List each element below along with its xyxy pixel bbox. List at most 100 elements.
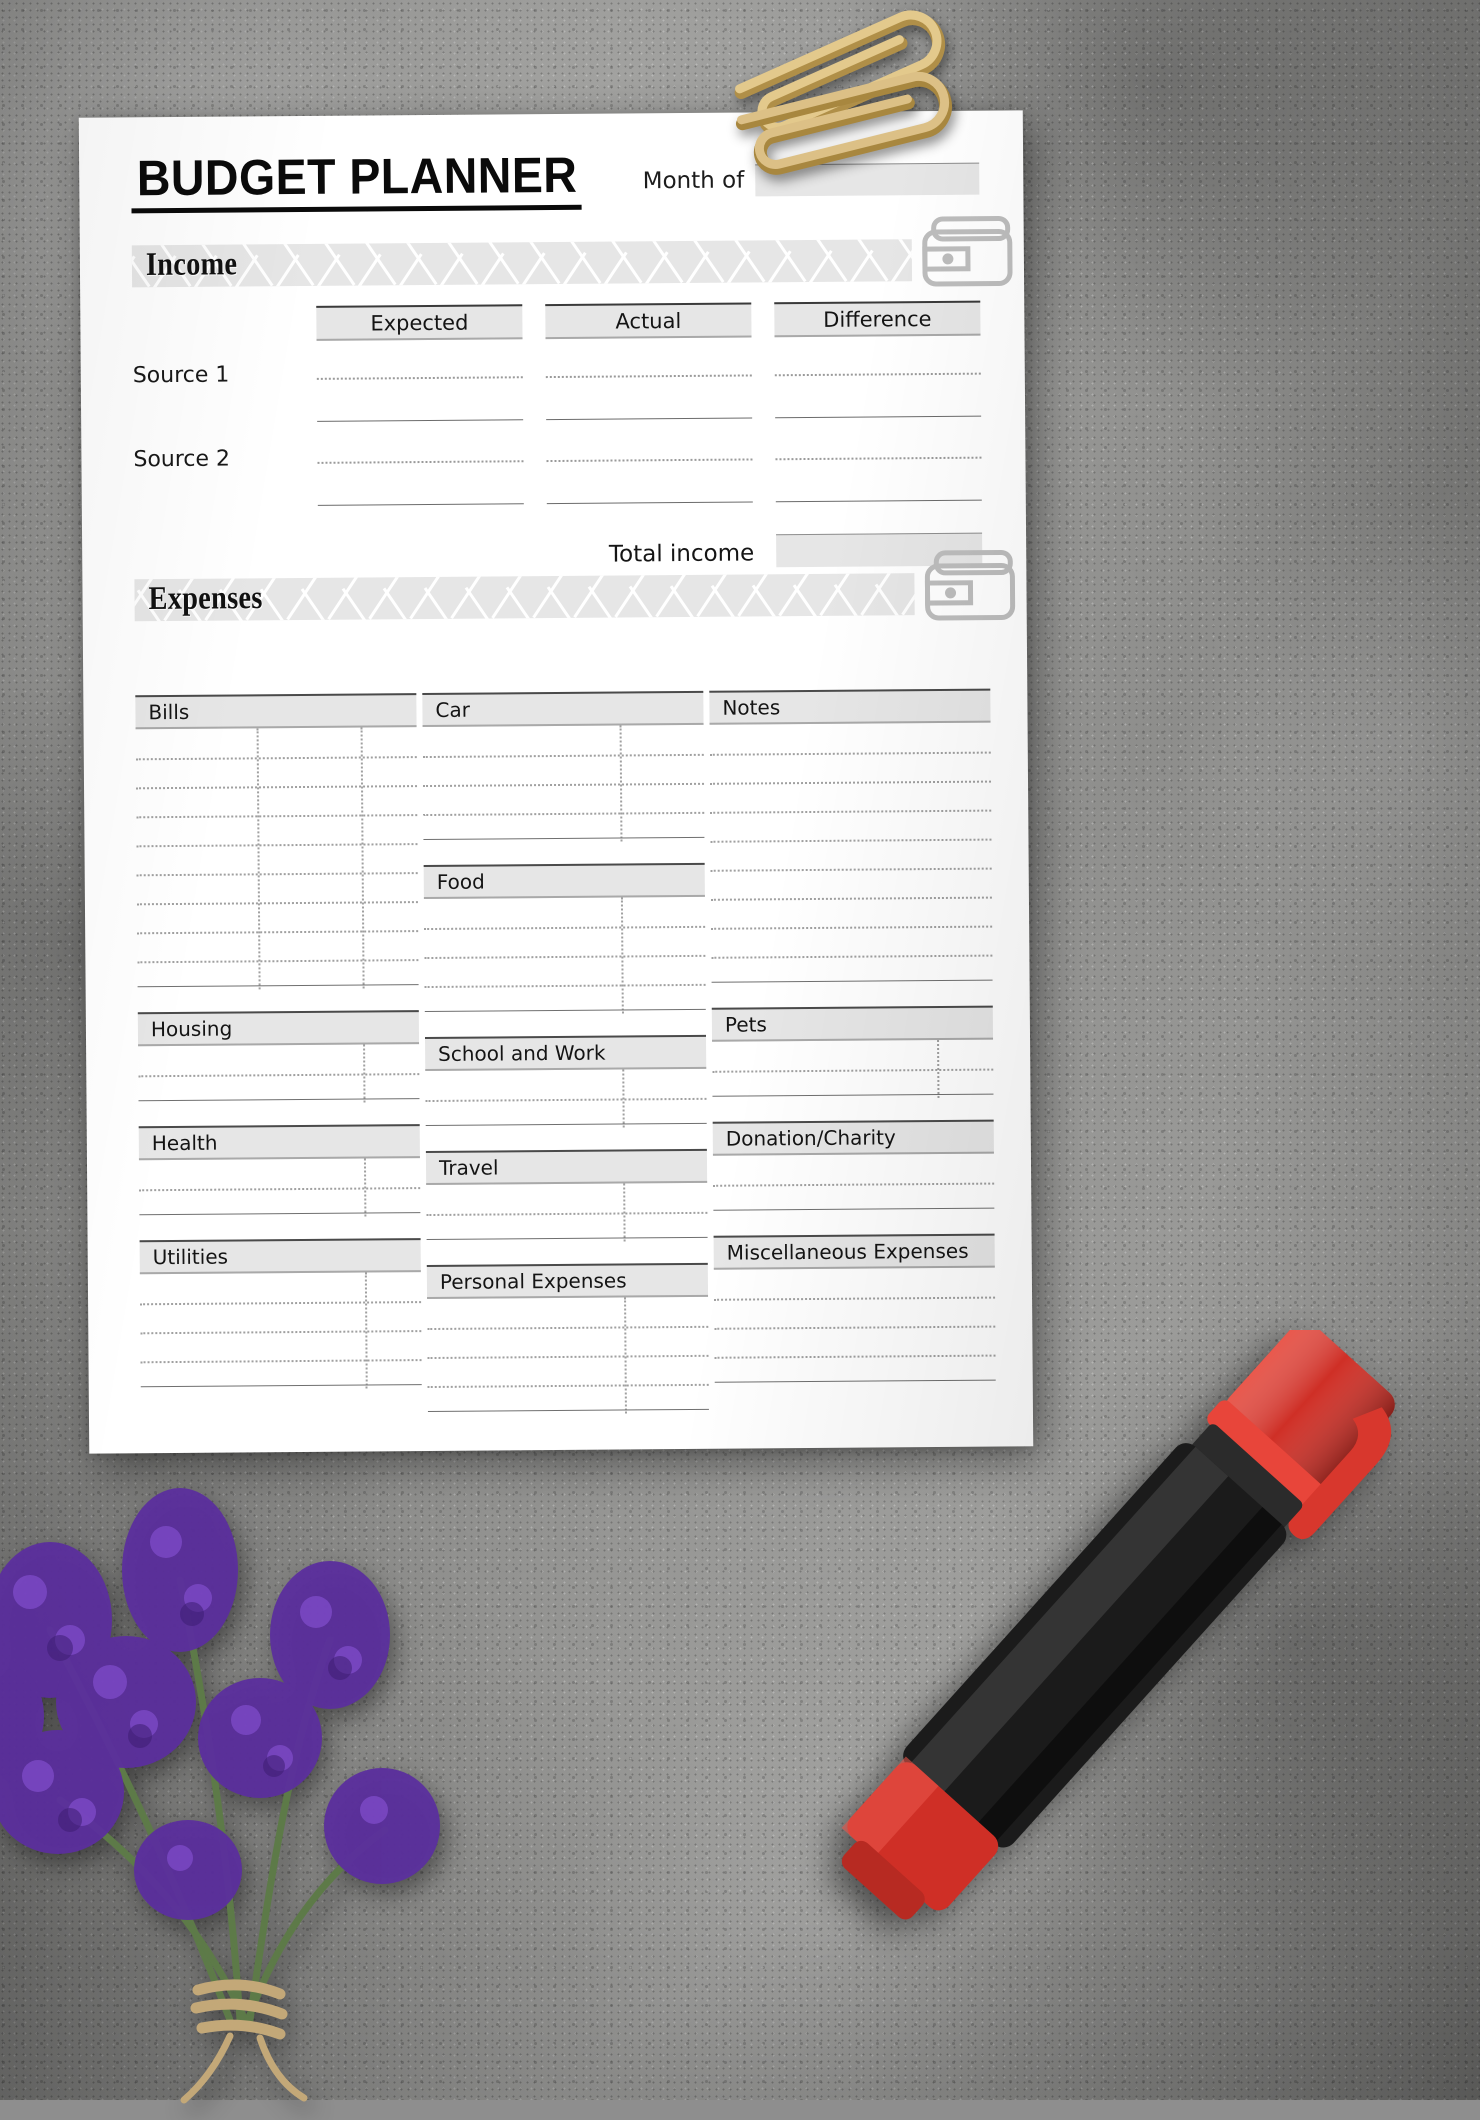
expense-block-body[interactable] — [426, 1183, 708, 1243]
expense-row-line — [139, 1187, 421, 1192]
expense-row-line — [710, 867, 992, 872]
income-section-label: Income — [145, 246, 238, 283]
expense-block: Bills — [135, 693, 419, 990]
expense-block-body[interactable] — [422, 725, 705, 843]
expense-block: Travel — [425, 1148, 708, 1242]
expense-row-line — [136, 785, 418, 790]
source-2-expected-field[interactable] — [317, 460, 524, 464]
expense-row-line — [140, 1301, 422, 1306]
wallet-icon — [920, 548, 1019, 623]
expense-block-header: Food — [423, 862, 705, 900]
expense-row-line — [424, 925, 706, 931]
expense-column-divider — [936, 1040, 940, 1099]
expense-row-line — [423, 811, 705, 817]
source-2-difference-field[interactable] — [775, 456, 982, 461]
source-1-actual-field[interactable] — [545, 374, 752, 379]
page-title: BUDGET PLANNER — [131, 147, 582, 214]
expense-block-header: Health — [138, 1124, 420, 1161]
expense-block: School and Work — [424, 1034, 707, 1128]
income-section-band: Income — [131, 239, 913, 288]
marker-pen-icon — [770, 1330, 1470, 2060]
expense-row-line — [427, 1325, 709, 1331]
expense-block-body[interactable] — [138, 1044, 420, 1104]
expense-block: Housing — [137, 1010, 420, 1103]
expense-row-line — [422, 753, 704, 759]
expense-row-line — [427, 1354, 709, 1360]
expense-row-line — [714, 1296, 996, 1301]
expense-block: Car — [422, 690, 705, 842]
expense-block-header: Utilities — [139, 1238, 421, 1275]
expenses-column-3: Notes Pets Donation/Charity Miscellaneous E… — [709, 688, 996, 1383]
expense-block-header: Miscellaneous Expenses — [713, 1233, 995, 1270]
expense-row-line — [425, 1097, 707, 1103]
expense-row-line — [424, 983, 706, 989]
expense-row-line — [136, 872, 418, 877]
source-2-actual-rule — [546, 501, 753, 505]
expenses-section-band: Expenses — [134, 573, 915, 622]
expense-block-header: Donation/Charity — [712, 1119, 994, 1156]
expense-column-divider — [256, 728, 261, 990]
expense-block-header: Notes — [709, 688, 991, 725]
expense-row-line — [713, 1182, 995, 1187]
expense-row-line — [427, 1383, 709, 1389]
expense-block: Health — [138, 1124, 421, 1217]
source-1-expected-field[interactable] — [316, 376, 523, 380]
expense-row-line — [710, 780, 992, 785]
source-1-difference-field[interactable] — [774, 372, 981, 377]
column-header-difference: Difference — [774, 300, 981, 338]
expense-block-body[interactable] — [139, 1158, 421, 1218]
paperclip-icon — [690, 0, 1020, 190]
total-income-label: Total income — [608, 540, 755, 568]
income-chevron-pattern — [131, 239, 913, 288]
expense-column-divider — [360, 727, 365, 989]
expense-row-line — [137, 959, 419, 964]
expense-row-line — [712, 1068, 994, 1073]
expense-block-header: Personal Expenses — [426, 1262, 709, 1300]
expense-row-line — [711, 925, 993, 930]
source-2-expected-rule — [317, 503, 524, 506]
expense-block: Donation/Charity — [712, 1119, 995, 1211]
expense-column-divider — [621, 1069, 625, 1128]
expense-block-header: Housing — [137, 1010, 420, 1047]
expense-row-line — [137, 930, 419, 935]
source-1-actual-rule — [546, 417, 753, 421]
expenses-column-1: Bills Housing Health Utilities — [135, 693, 422, 1389]
expense-block-body[interactable] — [713, 1154, 995, 1214]
expense-row-line — [136, 901, 418, 906]
expense-row-line — [710, 896, 992, 901]
expense-row-line — [135, 756, 417, 761]
expense-row-line — [138, 1073, 420, 1078]
source-1-difference-rule — [775, 415, 982, 419]
expenses-section-label: Expenses — [148, 580, 263, 617]
expense-row-line — [709, 751, 991, 756]
column-header-actual: Actual — [545, 302, 752, 340]
budget-planner-sheet: BUDGET PLANNER Month of Income Expected … — [78, 110, 1034, 1454]
expense-block-header: Pets — [711, 1005, 994, 1042]
source-2-actual-field[interactable] — [546, 458, 753, 463]
expense-block-body[interactable] — [709, 723, 993, 986]
expense-block-body[interactable] — [425, 1069, 707, 1129]
expense-column-divider — [363, 1158, 367, 1217]
expense-column-divider — [362, 1044, 366, 1103]
expense-block: Food — [423, 862, 706, 1014]
expense-block-body[interactable] — [712, 1040, 994, 1100]
expense-block: Personal Expenses — [426, 1262, 709, 1414]
expense-block: Pets — [711, 1005, 994, 1099]
expense-block-header: Car — [422, 690, 704, 728]
expense-block-body[interactable] — [135, 727, 419, 990]
expense-block-body[interactable] — [424, 897, 706, 1015]
lavender-flowers-icon — [0, 1330, 450, 2120]
wallet-icon — [918, 214, 1017, 289]
source-2-difference-rule — [775, 499, 982, 503]
expense-block: Notes — [709, 688, 993, 983]
income-row-label-source-2: Source 2 — [133, 446, 231, 473]
income-table: Expected Actual Difference Source 1 Sour… — [132, 300, 983, 568]
expense-block-header: Bills — [135, 693, 417, 730]
expense-block-header: Travel — [425, 1148, 708, 1186]
expense-block-body[interactable] — [427, 1297, 709, 1415]
expense-row-line — [423, 782, 705, 788]
expense-block-header: School and Work — [424, 1034, 707, 1072]
expense-row-line — [711, 954, 993, 959]
column-header-expected: Expected — [316, 304, 523, 341]
income-row-label-source-1: Source 1 — [132, 362, 230, 389]
